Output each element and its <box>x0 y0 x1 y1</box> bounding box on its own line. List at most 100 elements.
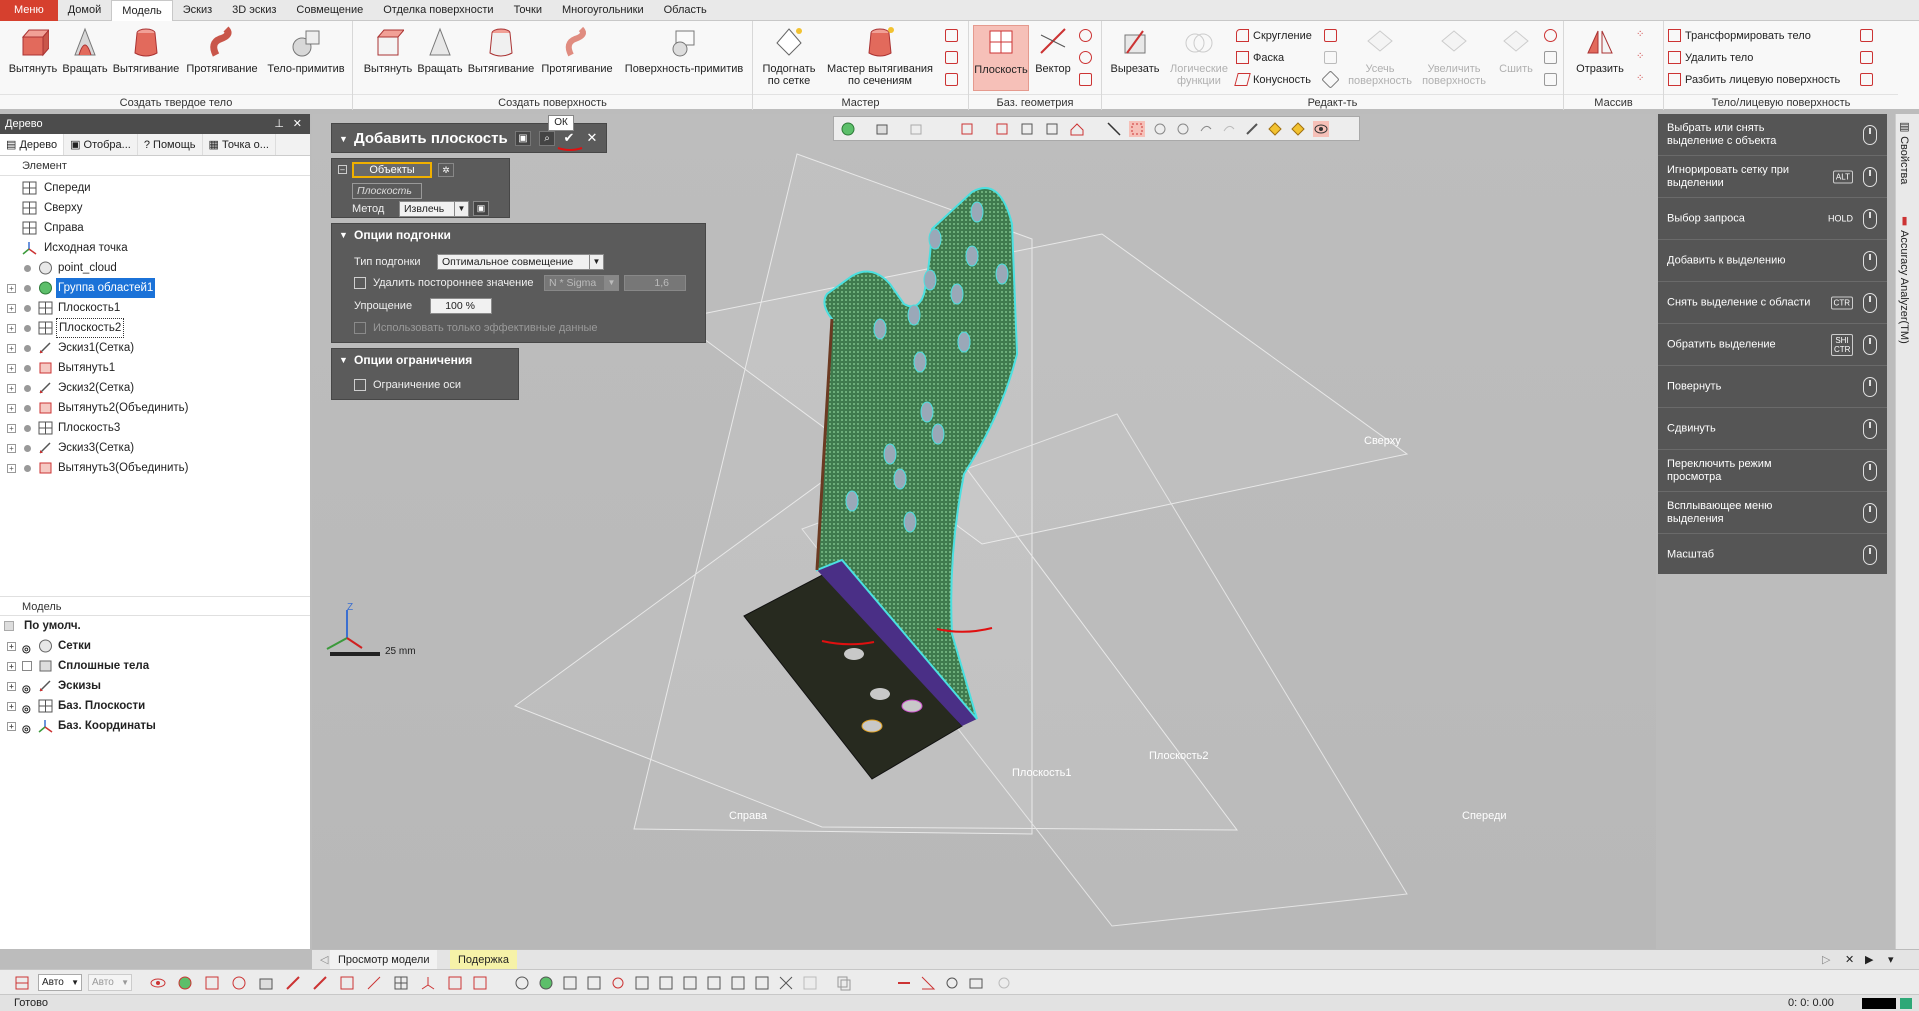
points-display-icon[interactable] <box>204 975 220 991</box>
body-small-icon-3[interactable] <box>1860 73 1873 86</box>
snap-mode-select-1[interactable]: Авто ▼ <box>38 974 82 991</box>
select-all-icon[interactable] <box>754 975 770 991</box>
visibility-dot[interactable] <box>24 445 31 452</box>
objects-value[interactable]: Плоскость <box>352 183 422 199</box>
expand-icon[interactable]: + <box>7 682 16 691</box>
brush-select-icon[interactable] <box>1221 121 1237 137</box>
edit-small-icon-6[interactable] <box>1544 73 1557 86</box>
master-small-icon-1[interactable] <box>945 29 958 42</box>
remove-outliers-checkbox[interactable] <box>354 277 366 289</box>
collapse-icon[interactable]: – <box>338 165 347 174</box>
filter2-icon[interactable] <box>802 975 818 991</box>
tab-polygons[interactable]: Многоугольники <box>552 0 654 21</box>
edit-small-icon-2[interactable] <box>1324 51 1337 64</box>
sigma-input[interactable]: 1,6 <box>624 275 686 291</box>
chevron-down-icon[interactable]: ▾ <box>1880 950 1902 970</box>
shortcut-rotate[interactable]: Повернуть <box>1658 366 1887 408</box>
expand-icon[interactable]: + <box>7 284 16 293</box>
tab-model[interactable]: Модель <box>111 0 173 22</box>
visibility-dot[interactable] <box>24 345 31 352</box>
vector-button[interactable]: Вектор <box>1031 25 1075 91</box>
view-home-icon[interactable] <box>1069 121 1085 137</box>
select-body-icon[interactable] <box>514 975 530 991</box>
checkbox-icon[interactable] <box>22 661 32 671</box>
eye-icon[interactable]: ◎ <box>22 700 31 720</box>
shortcut-zoom[interactable]: Масштаб <box>1658 534 1887 576</box>
fit-options-title[interactable]: Опции подгонки <box>332 224 705 246</box>
plane-button[interactable]: Плоскость <box>973 25 1029 91</box>
shortcut-ignore-mesh[interactable]: Игнорировать сетку при выделении ALT <box>1658 156 1887 198</box>
select-vertex-icon[interactable] <box>610 975 626 991</box>
surface-extrude-button[interactable]: Вытянуть <box>361 25 415 91</box>
lasso-select-icon[interactable] <box>1198 121 1214 137</box>
eye-display-icon[interactable] <box>150 975 166 991</box>
plane-display-icon[interactable] <box>339 975 355 991</box>
expand-icon[interactable]: + <box>7 324 16 333</box>
select-face-icon[interactable] <box>562 975 578 991</box>
view-front-icon[interactable] <box>959 121 975 137</box>
effective-data-checkbox[interactable] <box>354 322 366 334</box>
solid-revolve-button[interactable]: Вращать <box>60 25 110 91</box>
cancel-icon[interactable]: ✕ <box>584 131 600 146</box>
scroll-right-icon[interactable]: ▷ <box>1814 950 1838 970</box>
expand-icon[interactable]: + <box>7 424 16 433</box>
shortcut-popup-menu[interactable]: Всплывающее меню выделения <box>1658 492 1887 534</box>
edit-small-icon-4[interactable] <box>1544 29 1557 42</box>
close-icon[interactable]: ✕ <box>293 114 302 134</box>
body-small-icon-1[interactable] <box>1860 29 1873 42</box>
shortcut-invert-selection[interactable]: Обратить выделение SHI CTR <box>1658 324 1887 366</box>
surface-sweep-button[interactable]: Протягивание <box>537 25 617 91</box>
tab-menu[interactable]: Меню <box>0 0 58 21</box>
globe-icon[interactable] <box>840 121 856 137</box>
tab-point-view[interactable]: ▦ Точка о... <box>203 134 276 155</box>
visibility-dot[interactable] <box>24 325 31 332</box>
paint-select-icon[interactable] <box>1244 121 1260 137</box>
draft-button[interactable]: Конусность <box>1234 70 1311 90</box>
measure-icon[interactable] <box>896 975 912 991</box>
visibility-dot[interactable] <box>24 305 31 312</box>
stitch-button[interactable]: Сшить <box>1494 25 1538 91</box>
view-top-icon[interactable] <box>1044 121 1060 137</box>
cut-button[interactable]: Вырезать <box>1108 25 1162 91</box>
surface-revolve-button[interactable]: Вращать <box>415 25 465 91</box>
tab-model-view[interactable]: Просмотр модели <box>330 950 438 970</box>
expand-icon[interactable]: + <box>7 344 16 353</box>
filter-icon[interactable] <box>778 975 794 991</box>
line-select-icon[interactable] <box>1106 121 1122 137</box>
select-point-icon[interactable] <box>706 975 722 991</box>
select-sketch-icon[interactable] <box>634 975 650 991</box>
dimension-display-icon[interactable] <box>447 975 463 991</box>
side-tab-properties[interactable]: ▤ Свойства <box>1898 120 1911 184</box>
tab-home[interactable]: Домой <box>58 0 112 21</box>
split-face-button[interactable]: Разбить лицевую поверхность <box>1668 70 1840 90</box>
pin-icon[interactable]: ⊥ <box>274 114 284 134</box>
visibility-dot[interactable] <box>24 365 31 372</box>
copy-icon[interactable] <box>836 975 852 991</box>
cube-view-icon[interactable] <box>874 121 890 137</box>
tab-help[interactable]: ? Помощь <box>138 134 203 155</box>
settings-icon[interactable]: ✲ <box>438 163 454 177</box>
tab-display[interactable]: ▣ Отобра... <box>64 134 138 155</box>
3d-viewport[interactable]: Z 25 mm Сверху Справа Спереди Плоскость1… <box>312 114 1656 949</box>
preview-icon[interactable]: ⌕ <box>539 131 555 146</box>
lock-icon[interactable]: ▣ <box>473 201 489 216</box>
select-mesh-icon[interactable] <box>538 975 554 991</box>
snap-icon[interactable] <box>14 975 30 991</box>
visibility-dot[interactable] <box>24 425 31 432</box>
shortcut-toggle-view[interactable]: Переключить режим просмотра <box>1658 450 1887 492</box>
delete-body-button[interactable]: Удалить тело <box>1668 48 1753 68</box>
objects-button[interactable]: Объекты <box>352 162 432 178</box>
constraint-options-title[interactable]: Опции ограничения <box>332 349 518 371</box>
ok-check-icon[interactable]: ✔ <box>561 131 577 146</box>
select-plane-icon[interactable] <box>658 975 674 991</box>
solid-display-icon[interactable] <box>258 975 274 991</box>
select-edge-icon[interactable] <box>586 975 602 991</box>
fillet-button[interactable]: Скругление <box>1236 26 1312 46</box>
tab-region[interactable]: Область <box>654 0 717 21</box>
extend-surface-button[interactable]: Увеличить поверхность <box>1416 25 1492 91</box>
expand-icon[interactable]: + <box>7 304 16 313</box>
grid-display-icon[interactable] <box>393 975 409 991</box>
circle-select-icon[interactable] <box>1152 121 1168 137</box>
surface-loft-button[interactable]: Вытягивание <box>465 25 537 91</box>
fit-to-mesh-button[interactable]: Подогнать по сетке <box>759 25 819 91</box>
